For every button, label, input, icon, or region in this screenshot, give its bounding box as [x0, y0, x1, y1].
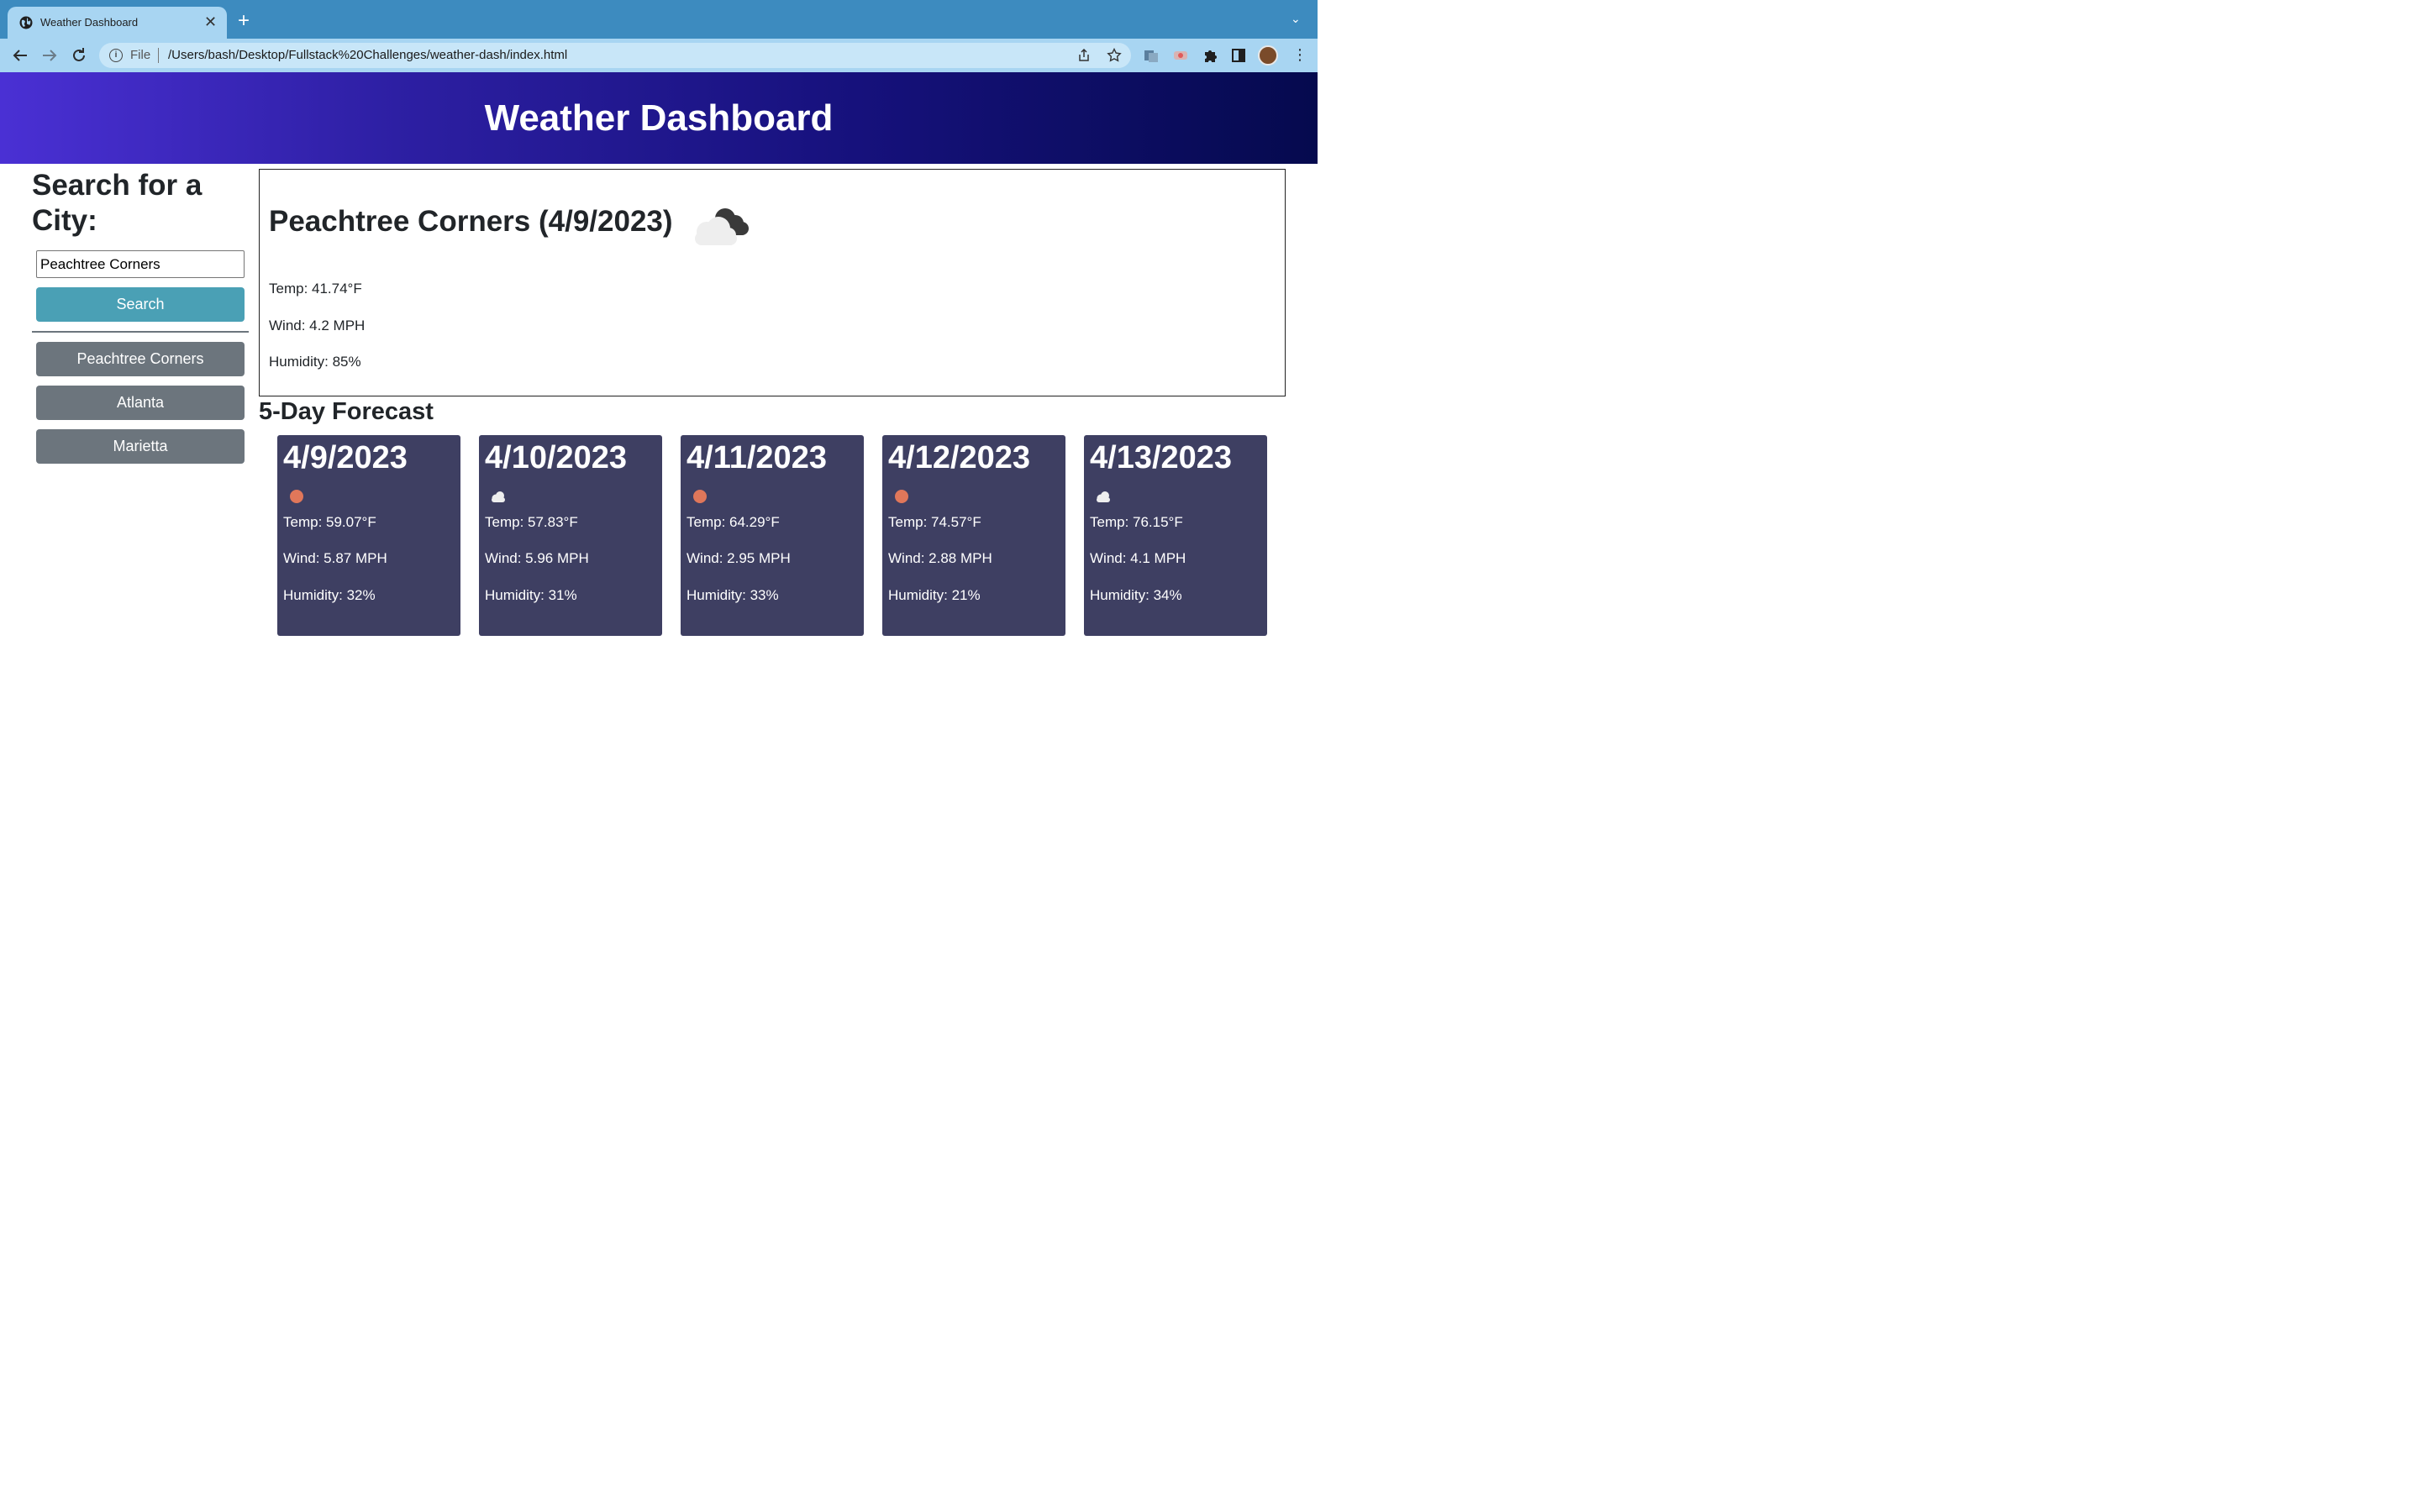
forecast-card: 4/9/2023 Temp: 59.07°F Wind: 5.87 MPH Hu…	[277, 435, 460, 636]
forecast-temp: Temp: 59.07°F	[283, 514, 376, 530]
forecast-humidity: Humidity: 31%	[485, 587, 577, 603]
reload-icon[interactable]	[69, 45, 89, 66]
profile-avatar[interactable]	[1258, 45, 1278, 66]
chevron-down-icon[interactable]: ⌄	[1291, 12, 1301, 26]
search-heading: Search for a City:	[32, 169, 203, 237]
forecast-card: 4/11/2023 Temp: 64.29°F Wind: 2.95 MPH H…	[681, 435, 864, 636]
url-separator	[158, 48, 159, 63]
forecast-temp: Temp: 64.29°F	[687, 514, 780, 530]
translate-icon[interactable]	[1143, 47, 1160, 64]
extensions-puzzle-icon[interactable]	[1202, 47, 1218, 64]
sun-icon	[693, 490, 707, 503]
current-weather-panel: Peachtree Corners (4/9/2023) Temp: 41.74…	[259, 169, 1286, 396]
dark-cloud-icon	[695, 208, 749, 245]
browser-tab[interactable]: Weather Dashboard ✕	[8, 7, 227, 39]
back-icon[interactable]	[10, 45, 30, 66]
current-wind: Wind: 4.2 MPH	[269, 318, 366, 333]
sun-icon	[895, 490, 908, 503]
forecast-wind: Wind: 5.87 MPH	[283, 550, 387, 566]
current-humidity: Humidity: 85%	[269, 354, 361, 370]
forecast-date: 4/9/2023	[283, 440, 408, 475]
tab-strip: Weather Dashboard ✕ + ⌄	[0, 0, 1318, 39]
current-city-title: Peachtree Corners (4/9/2023)	[269, 205, 673, 238]
forecast-date: 4/13/2023	[1090, 440, 1233, 475]
forecast-humidity: Humidity: 34%	[1090, 587, 1182, 603]
forecast-date: 4/11/2023	[687, 440, 827, 475]
forecast-card: 4/13/2023 Temp: 76.15°F Wind: 4.1 MPH Hu…	[1084, 435, 1267, 636]
forecast-humidity: Humidity: 32%	[283, 587, 376, 603]
cloud-icon	[1097, 491, 1110, 502]
forecast-date: 4/10/2023	[485, 440, 628, 475]
history-button-peachtree-corners[interactable]: Peachtree Corners	[36, 342, 245, 376]
search-sidebar: Search for a City: Search Peachtree Corn…	[32, 168, 249, 464]
history-button-atlanta[interactable]: Atlanta	[36, 386, 245, 420]
page-header: Weather Dashboard	[0, 72, 1318, 164]
side-panel-icon[interactable]	[1230, 47, 1247, 64]
forecast-temp: Temp: 74.57°F	[888, 514, 981, 530]
current-temp: Temp: 41.74°F	[269, 281, 362, 297]
history-button-marietta[interactable]: Marietta	[36, 429, 245, 464]
url-scheme: File	[130, 48, 151, 62]
new-tab-icon[interactable]: +	[238, 11, 250, 31]
forecast-humidity: Humidity: 21%	[888, 587, 981, 603]
cloud-icon	[492, 491, 505, 502]
browser-toolbar: i File /Users/bash/Desktop/Fullstack%20C…	[0, 39, 1318, 73]
forecast-wind: Wind: 5.96 MPH	[485, 550, 589, 566]
city-search-input[interactable]	[36, 250, 245, 278]
forecast-title: 5-Day Forecast	[259, 398, 434, 425]
sun-icon	[290, 490, 303, 503]
forecast-wind: Wind: 4.1 MPH	[1090, 550, 1186, 566]
tab-title: Weather Dashboard	[40, 16, 139, 29]
sidebar-divider	[32, 331, 249, 333]
forecast-date: 4/12/2023	[888, 440, 1031, 475]
close-icon[interactable]: ✕	[204, 13, 217, 30]
info-icon[interactable]: i	[109, 49, 123, 62]
forecast-temp: Temp: 76.15°F	[1090, 514, 1183, 530]
record-extension-icon[interactable]	[1172, 47, 1189, 64]
search-button[interactable]: Search	[36, 287, 245, 322]
forward-icon[interactable]	[39, 45, 60, 66]
forecast-card: 4/12/2023 Temp: 74.57°F Wind: 2.88 MPH H…	[882, 435, 1065, 636]
share-icon[interactable]	[1077, 49, 1091, 62]
address-bar[interactable]: i File /Users/bash/Desktop/Fullstack%20C…	[99, 43, 1131, 68]
page-title: Weather Dashboard	[484, 97, 834, 139]
bookmark-star-icon[interactable]	[1107, 48, 1122, 63]
url-text[interactable]: /Users/bash/Desktop/Fullstack%20Challeng…	[168, 48, 567, 62]
globe-icon	[19, 16, 33, 29]
forecast-temp: Temp: 57.83°F	[485, 514, 578, 530]
forecast-humidity: Humidity: 33%	[687, 587, 779, 603]
forecast-card: 4/10/2023 Temp: 57.83°F Wind: 5.96 MPH H…	[479, 435, 662, 636]
forecast-wind: Wind: 2.88 MPH	[888, 550, 992, 566]
more-menu-icon[interactable]: ⋮	[1292, 46, 1307, 64]
forecast-wind: Wind: 2.95 MPH	[687, 550, 791, 566]
